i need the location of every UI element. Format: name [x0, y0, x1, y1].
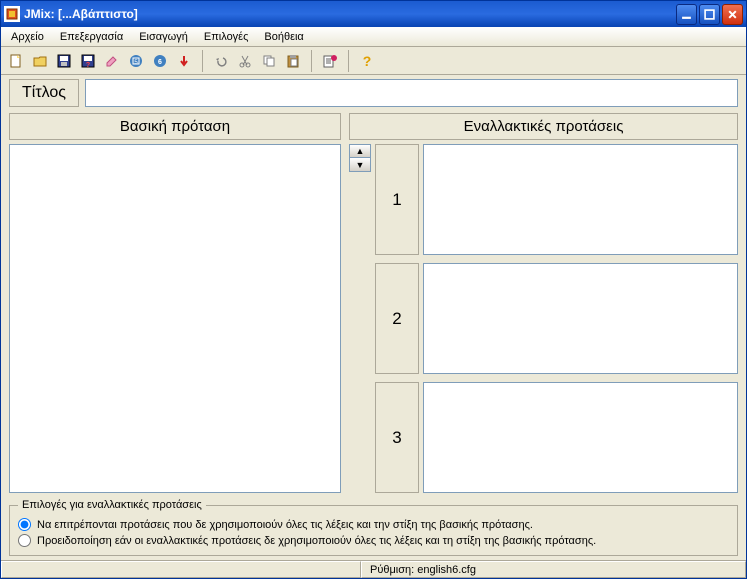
title-label: Τίτλος: [9, 79, 79, 107]
alternate-number: 2: [375, 263, 419, 374]
cut-icon[interactable]: [234, 50, 256, 72]
copy-icon[interactable]: [258, 50, 280, 72]
title-input[interactable]: [85, 79, 738, 107]
spin-up-button[interactable]: ▲: [349, 144, 371, 158]
alternate-row: 1: [375, 144, 738, 255]
alternate-number: 3: [375, 382, 419, 493]
maximize-button[interactable]: [699, 4, 720, 25]
status-bar: Ρύθμιση: english6.cfg: [1, 560, 746, 578]
menu-file[interactable]: Αρχείο: [3, 29, 52, 45]
title-bar: JMix: [...Αβάπτιστο]: [1, 1, 746, 27]
menu-edit[interactable]: Επεξεργασία: [52, 29, 131, 45]
title-row: Τίτλος: [9, 79, 738, 107]
columns: Βασική πρόταση Εναλλακτικές προτάσεις ▲ …: [9, 113, 738, 493]
app-icon: [4, 6, 20, 22]
option-allow-partial-label: Να επιτρέπονται προτάσεις που δε χρησιμο…: [37, 519, 533, 531]
help-icon[interactable]: ?: [356, 50, 378, 72]
alternates-spinner: ▲ ▼: [349, 144, 371, 493]
alternate-input-1[interactable]: [423, 144, 738, 255]
add-text-icon[interactable]: [319, 50, 341, 72]
export-v5-icon[interactable]: 5: [125, 50, 147, 72]
menu-bar: Αρχείο Επεξεργασία Εισαγωγή Επιλογές Βοή…: [1, 27, 746, 47]
arrow-down-icon[interactable]: [173, 50, 195, 72]
alternate-input-2[interactable]: [423, 263, 738, 374]
menu-insert[interactable]: Εισαγωγή: [131, 29, 196, 45]
alternate-row: 2: [375, 263, 738, 374]
option-warn-partial-radio[interactable]: [18, 534, 31, 547]
menu-help[interactable]: Βοήθεια: [256, 29, 311, 45]
minimize-button[interactable]: [676, 4, 697, 25]
main-sentence-column: Βασική πρόταση: [9, 113, 341, 493]
option-warn-partial[interactable]: Προειδοποίηση εάν οι εναλλακτικές προτάσ…: [18, 534, 729, 547]
option-warn-partial-label: Προειδοποίηση εάν οι εναλλακτικές προτάσ…: [37, 535, 596, 547]
menu-options[interactable]: Επιλογές: [196, 29, 257, 45]
new-icon[interactable]: [5, 50, 27, 72]
option-allow-partial-radio[interactable]: [18, 518, 31, 531]
alternates-column: Εναλλακτικές προτάσεις ▲ ▼ 1 2: [349, 113, 738, 493]
export-v6-icon[interactable]: 6: [149, 50, 171, 72]
alternate-number: 1: [375, 144, 419, 255]
open-icon[interactable]: [29, 50, 51, 72]
separator: [348, 50, 349, 72]
options-fieldset: Επιλογές για εναλλακτικές προτάσεις Να ε…: [9, 499, 738, 556]
svg-text:?: ?: [363, 53, 372, 69]
save-icon[interactable]: [53, 50, 75, 72]
spin-down-button[interactable]: ▼: [349, 158, 371, 172]
svg-text:6: 6: [158, 59, 162, 66]
main-sentence-header: Βασική πρόταση: [9, 113, 341, 140]
app-window: JMix: [...Αβάπτιστο] Αρχείο Επεξεργασία …: [0, 0, 747, 579]
options-legend: Επιλογές για εναλλακτικές προτάσεις: [18, 499, 206, 511]
alternates-header: Εναλλακτικές προτάσεις: [349, 113, 738, 140]
separator: [311, 50, 312, 72]
status-config: Ρύθμιση: english6.cfg: [361, 561, 746, 578]
alternate-input-3[interactable]: [423, 382, 738, 493]
alternate-row: 3: [375, 382, 738, 493]
window-title: JMix: [...Αβάπτιστο]: [24, 7, 676, 21]
main-sentence-input[interactable]: [9, 144, 341, 493]
alternates-list: 1 2 3: [375, 144, 738, 493]
separator: [202, 50, 203, 72]
option-allow-partial[interactable]: Να επιτρέπονται προτάσεις που δε χρησιμο…: [18, 518, 729, 531]
clear-icon[interactable]: [101, 50, 123, 72]
content-area: Τίτλος Βασική πρόταση Εναλλακτικές προτά…: [1, 75, 746, 560]
status-panel-left: [1, 561, 361, 578]
close-button[interactable]: [722, 4, 743, 25]
undo-icon[interactable]: [210, 50, 232, 72]
svg-text:?: ?: [86, 62, 90, 69]
toolbar: ? 5 6 ?: [1, 47, 746, 75]
save-as-icon[interactable]: ?: [77, 50, 99, 72]
paste-icon[interactable]: [282, 50, 304, 72]
